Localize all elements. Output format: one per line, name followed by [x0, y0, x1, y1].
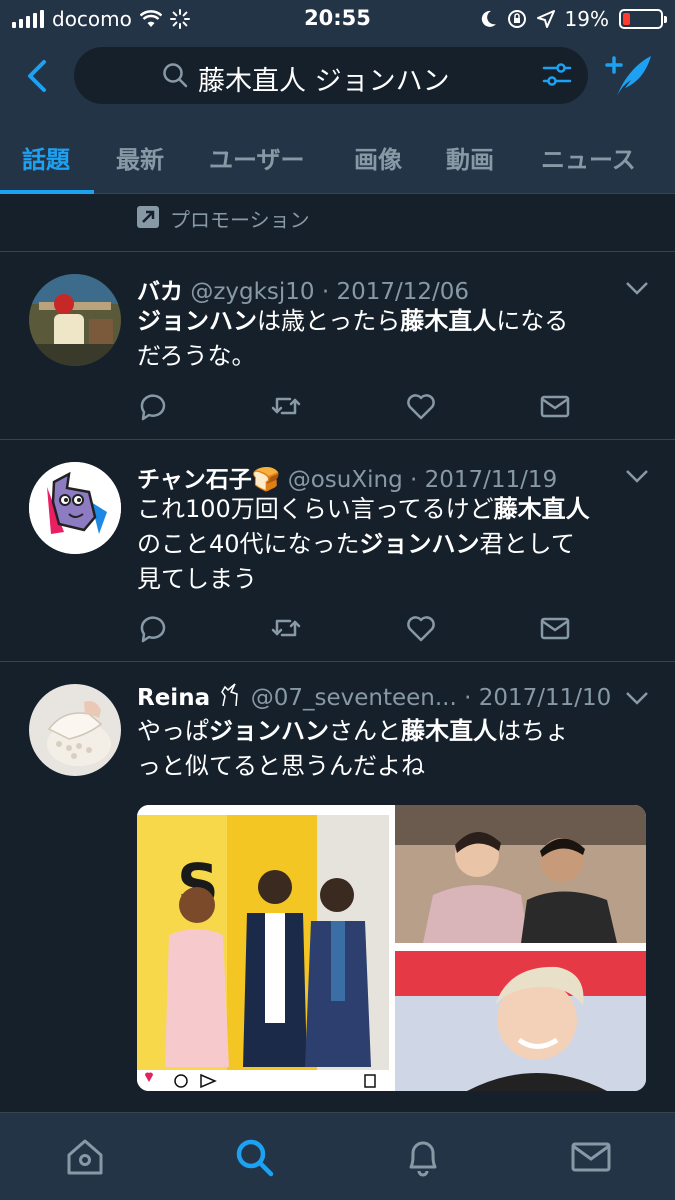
tab-latest[interactable]: 最新: [116, 140, 164, 175]
avatar[interactable]: [29, 274, 121, 366]
search-icon: [163, 63, 188, 88]
tweet-text: ジョンハンは歳とったら藤木直人になる だろうな。: [137, 307, 569, 370]
search-tab-icon[interactable]: [232, 1135, 276, 1179]
tweet-header: Reina @07_seventeen... · 2017/11/10: [137, 682, 611, 711]
display-name[interactable]: Reina: [137, 685, 210, 711]
home-icon[interactable]: [63, 1135, 107, 1179]
chevron-down-icon[interactable]: [625, 468, 649, 484]
search-input[interactable]: 藤木直人 ジョンハン: [74, 47, 588, 104]
back-button[interactable]: [18, 56, 58, 96]
promotion-label: プロモーション: [170, 208, 310, 232]
tweet-actions: [137, 612, 577, 646]
tab-images[interactable]: 画像: [354, 140, 402, 175]
messages-icon[interactable]: [569, 1135, 613, 1179]
compose-tweet-icon[interactable]: [603, 52, 653, 98]
retweet-icon[interactable]: [270, 612, 302, 644]
chevron-down-icon[interactable]: [625, 690, 649, 706]
handle: @osuXing: [287, 467, 403, 493]
battery-icon: [619, 9, 667, 29]
tweet-media[interactable]: S: [137, 805, 646, 1091]
tab-news[interactable]: ニュース: [541, 140, 636, 175]
tweet-header: バカ @zygksj10 · 2017/12/06: [137, 272, 469, 306]
tweet-header: チャン石子🍞 @osuXing · 2017/11/19: [137, 460, 557, 494]
tweet-date: · 2017/11/19: [410, 467, 558, 493]
location-icon: [536, 10, 555, 28]
filter-icon[interactable]: [542, 61, 572, 89]
search-query: 藤木直人 ジョンハン: [198, 66, 450, 97]
retweet-icon[interactable]: [270, 390, 302, 422]
status-bar: docomo 20:55 19%: [0, 0, 675, 38]
tweet-text: やっぱジョンハンさんと藤木直人はちょ っと似てると思うんだよね: [137, 717, 569, 780]
search-header: 藤木直人 ジョンハン: [0, 38, 675, 118]
moon-icon: [481, 10, 496, 27]
handle: @07_seventeen...: [250, 685, 457, 711]
unicorn-emoji-icon: [221, 683, 239, 707]
reply-icon[interactable]: [137, 390, 169, 422]
notifications-bell-icon[interactable]: [401, 1135, 445, 1179]
avatar[interactable]: [29, 462, 121, 554]
tab-users[interactable]: ユーザー: [209, 140, 305, 175]
search-tabs: 話題 最新 ユーザー 画像 動画 ニュース: [0, 118, 675, 194]
display-name[interactable]: チャン石子🍞: [137, 467, 280, 493]
tweet-date: · 2017/12/06: [321, 279, 470, 305]
tweet-date: · 2017/11/10: [464, 685, 612, 711]
like-icon[interactable]: [405, 612, 437, 644]
reply-icon[interactable]: [137, 612, 169, 644]
tweet[interactable]: チャン石子🍞 @osuXing · 2017/11/19 これ100万回くらい言…: [0, 440, 675, 662]
like-icon[interactable]: [405, 390, 437, 422]
avatar[interactable]: [29, 684, 121, 776]
tweet-actions: [137, 390, 577, 424]
promotion-row[interactable]: プロモーション: [0, 194, 675, 252]
bottom-tab-bar: [0, 1112, 675, 1200]
direct-message-icon[interactable]: [539, 612, 571, 644]
display-name[interactable]: バカ: [137, 279, 183, 305]
promoted-icon: [137, 206, 159, 228]
battery-percent: 19%: [564, 7, 609, 31]
chevron-down-icon[interactable]: [625, 280, 649, 296]
tab-videos[interactable]: 動画: [446, 140, 494, 175]
media-photos[interactable]: S: [137, 805, 646, 1091]
status-right: 19%: [481, 7, 667, 31]
tweet[interactable]: バカ @zygksj10 · 2017/12/06 ジョンハンは歳とったら藤木直…: [0, 252, 675, 440]
direct-message-icon[interactable]: [539, 390, 571, 422]
orientation-lock-icon: [507, 10, 526, 28]
tab-trending[interactable]: 話題: [22, 140, 70, 175]
handle: @zygksj10: [190, 279, 315, 305]
tweet-text: これ100万回くらい言ってるけど藤木直人 のこと40代になったジョンハン君として見…: [137, 495, 590, 593]
